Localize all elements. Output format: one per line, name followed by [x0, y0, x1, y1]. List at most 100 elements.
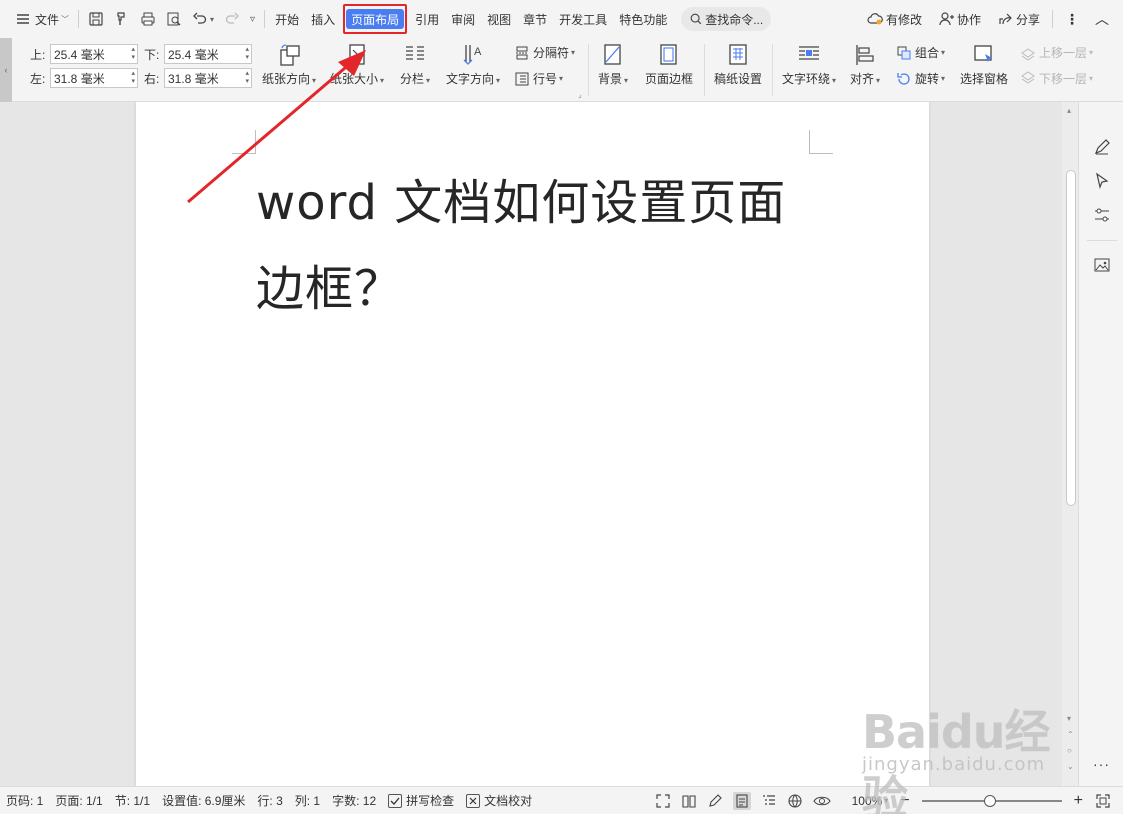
image-icon[interactable] [1093, 256, 1111, 274]
more-options-button[interactable]: ⋮ [1057, 7, 1087, 31]
margin-top-input[interactable]: 25.4 毫米 ▴ ▾ [50, 44, 138, 64]
scrollbar-thumb[interactable] [1066, 170, 1076, 506]
sliders-icon[interactable] [1093, 206, 1111, 224]
text-direction-icon: A [463, 45, 482, 65]
file-menu[interactable]: 文件 ﹀ [10, 7, 74, 31]
spinner-icon[interactable]: ▴ ▾ [245, 70, 249, 86]
document-proofread-button[interactable]: 文档校对 [460, 792, 538, 809]
tab-insert[interactable]: 插入 [305, 7, 341, 31]
background-label: 背景 [598, 72, 623, 86]
line-numbers-button[interactable]: 行号 ▾ [514, 70, 563, 87]
status-word-count[interactable]: 字数: 12 [326, 792, 382, 809]
chevron-down-icon: ▾ [426, 76, 431, 85]
tab-review[interactable]: 审阅 [445, 7, 481, 31]
vertical-scrollbar[interactable]: ▴ ▾ ⌃ ○ ⌄ [1062, 102, 1078, 786]
selection-pane-button[interactable]: 选择窗格 [960, 42, 1008, 87]
redo-button[interactable] [219, 7, 245, 31]
cursor-select-icon[interactable] [1093, 172, 1111, 190]
orientation-button[interactable]: 纸张方向 ▾ [262, 42, 316, 87]
document-heading[interactable]: word 文档如何设置页面 边框？ [256, 160, 836, 332]
page-border-label: 页面边框 [645, 72, 694, 86]
status-setting-value[interactable]: 设置值: 6.9厘米 [156, 792, 251, 809]
status-page-number[interactable]: 页码: 1 [0, 792, 49, 809]
page-border-button[interactable]: 页面边框 [645, 42, 693, 87]
ribbon-scroll-left[interactable]: ‹ [0, 38, 12, 102]
margin-right-input[interactable]: 31.8 毫米 ▴ ▾ [164, 68, 252, 88]
spinner-icon[interactable]: ▴ ▾ [131, 70, 135, 86]
chevron-down-icon: ▾ [624, 76, 629, 85]
scroll-up-icon[interactable]: ▴ [1067, 106, 1071, 115]
tab-special-features[interactable]: 特色功能 [613, 7, 673, 31]
quick-access-dropdown[interactable]: ▿ [245, 7, 260, 31]
hamburger-icon [17, 14, 29, 24]
print-button[interactable] [135, 7, 161, 31]
document-page[interactable]: word 文档如何设置页面 边框？ [136, 102, 929, 786]
chevron-down-icon: ▾ [1089, 48, 1094, 57]
spinner-icon[interactable]: ▴ ▾ [131, 46, 135, 62]
breaks-button[interactable]: 分隔符 ▾ [514, 44, 575, 61]
save-button[interactable] [83, 7, 109, 31]
command-search[interactable]: 查找命令... [681, 7, 772, 31]
status-row: 行: 3 [257, 794, 283, 808]
title-right-tools: 有修改 协作 分享 ⋮ ︿ [859, 0, 1123, 38]
margin-left-input[interactable]: 31.8 毫米 ▴ ▾ [50, 68, 138, 88]
margin-bottom-field: 下: 25.4 毫米 ▴ ▾ [144, 44, 252, 64]
collaborate-button[interactable]: 协作 [930, 7, 989, 31]
margin-top-label: 上: [30, 47, 46, 62]
heading-line-2: 边框？ [256, 261, 404, 317]
columns-button[interactable]: 分栏 ▾ [400, 42, 430, 87]
fit-page-icon[interactable] [1095, 793, 1111, 809]
more-vertical-icon: ⋮ [1065, 10, 1079, 27]
spell-check-label: 拼写检查 [406, 794, 455, 808]
spell-check-button[interactable]: 拼写检查 [382, 792, 460, 809]
status-section[interactable]: 节: 1/1 [109, 792, 156, 809]
margin-bottom-input[interactable]: 25.4 毫米 ▴ ▾ [164, 44, 252, 64]
modified-label: 有修改 [885, 12, 922, 27]
collapse-ribbon-button[interactable]: ︿ [1087, 7, 1117, 31]
chevron-down-icon: ▾ [559, 74, 564, 83]
selection-pane-label: 选择窗格 [960, 72, 1009, 86]
divider [772, 44, 773, 96]
collaborate-label: 协作 [956, 12, 981, 27]
group-button[interactable]: 组合 ▾ [896, 44, 945, 61]
background-button[interactable]: 背景 ▾ [598, 42, 628, 87]
tab-chapter[interactable]: 章节 [517, 7, 553, 31]
orientation-label: 纸张方向 [262, 72, 311, 86]
undo-button[interactable]: ▾ [187, 7, 219, 31]
dialog-launcher-icon[interactable]: ⌟ [578, 90, 582, 99]
text-direction-button[interactable]: A 文字方向 ▾ [446, 42, 500, 87]
send-backward-icon [1021, 70, 1035, 84]
tab-developer[interactable]: 开发工具 [553, 7, 613, 31]
align-button[interactable]: 对齐 ▾ [850, 42, 880, 87]
format-painter-button[interactable] [109, 7, 135, 31]
status-pages[interactable]: 页面: 1/1 [49, 792, 108, 809]
chevron-down-icon: ▾ [312, 76, 317, 85]
send-backward-button[interactable]: 下移一层 ▾ [1020, 70, 1093, 87]
edit-mode-icon[interactable] [707, 793, 723, 809]
modified-button[interactable]: 有修改 [859, 7, 930, 31]
spinner-icon[interactable]: ▴ ▾ [245, 46, 249, 62]
tab-home[interactable]: 开始 [269, 7, 305, 31]
more-horizontal-icon[interactable]: ··· [1093, 756, 1110, 772]
reading-mode-icon[interactable] [681, 793, 697, 809]
eye-protection-icon[interactable] [812, 793, 831, 809]
search-icon [690, 13, 702, 25]
tab-page-layout[interactable]: 页面布局 [346, 9, 405, 29]
tab-view[interactable]: 视图 [481, 7, 517, 31]
margin-top-value: 25.4 毫米 [54, 47, 105, 62]
page-view-icon[interactable] [732, 791, 751, 810]
tab-references[interactable]: 引用 [409, 7, 445, 31]
outline-view-icon[interactable] [761, 793, 777, 809]
manuscript-button[interactable]: 稿纸设置 [714, 42, 762, 87]
fullscreen-icon[interactable] [655, 793, 671, 809]
pen-icon[interactable] [1093, 138, 1111, 156]
web-view-icon[interactable] [787, 793, 803, 809]
print-preview-button[interactable] [161, 7, 187, 31]
share-button[interactable]: 分享 [989, 7, 1048, 31]
bring-forward-button[interactable]: 上移一层 ▾ [1020, 44, 1093, 61]
ribbon: ‹ 上: 25.4 毫米 ▴ ▾ 下: 25.4 毫米 ▴ ▾ 左: 31.8 毫米… [0, 38, 1123, 102]
rotate-button[interactable]: 旋转 ▾ [896, 70, 945, 87]
text-wrap-button[interactable]: 文字环绕 ▾ [782, 42, 836, 87]
redo-icon [225, 12, 239, 24]
paper-size-button[interactable]: 纸张大小 ▾ [330, 42, 384, 87]
